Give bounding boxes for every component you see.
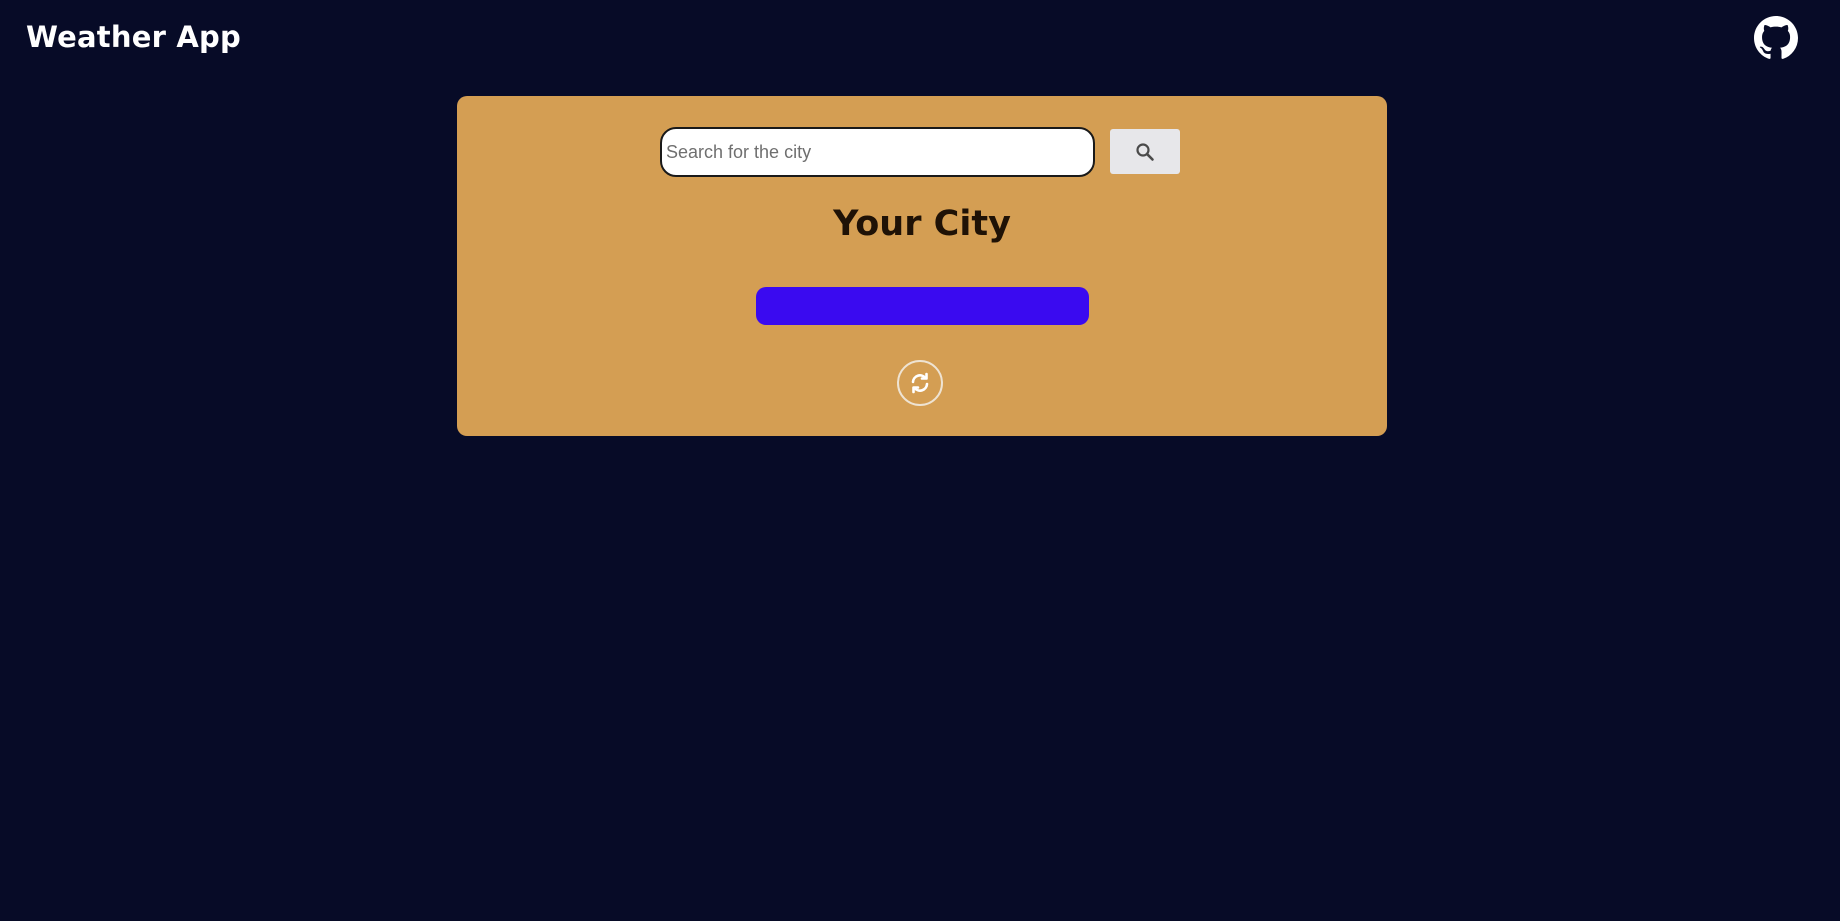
search-button[interactable] (1110, 129, 1180, 174)
app-title: Weather App (26, 20, 241, 54)
city-search-input[interactable] (660, 127, 1095, 177)
refresh-icon (908, 371, 932, 395)
github-link[interactable] (1754, 16, 1798, 60)
weather-card: Your City (457, 96, 1387, 436)
city-name: Your City (833, 204, 1011, 244)
refresh-button[interactable] (897, 360, 943, 406)
github-icon (1754, 16, 1798, 60)
weather-info-bar (756, 287, 1089, 325)
search-icon (1135, 142, 1155, 162)
top-bar: Weather App (0, 0, 1840, 80)
